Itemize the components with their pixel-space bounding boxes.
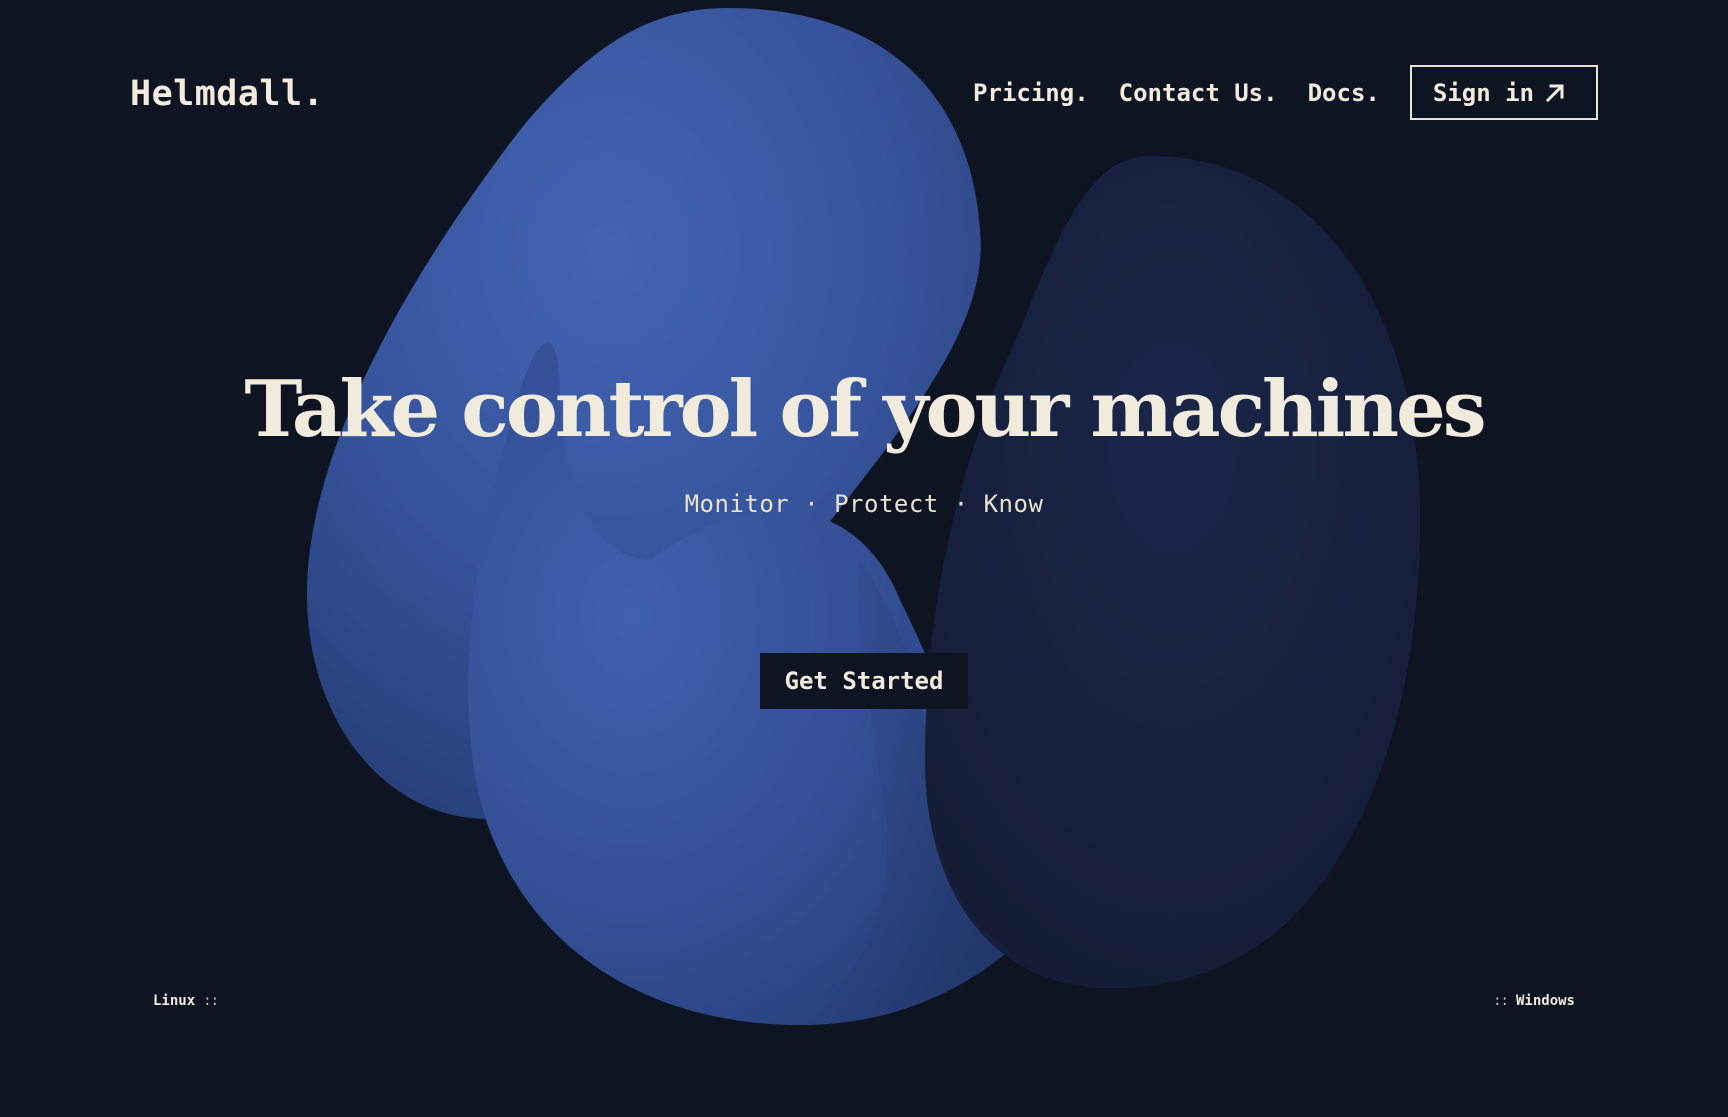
sign-in-label: Sign in xyxy=(1432,78,1534,107)
nav-link-pricing[interactable]: Pricing. xyxy=(973,79,1089,107)
dots-icon: :: xyxy=(203,993,219,1009)
top-navigation: Helmdall. Pricing. Contact Us. Docs. Sig… xyxy=(0,0,1728,190)
nav-link-docs[interactable]: Docs. xyxy=(1308,79,1380,107)
platform-windows: :: Windows xyxy=(1493,993,1575,1009)
sign-in-button[interactable]: Sign in xyxy=(1409,65,1598,120)
hero-title: Take control of your machines xyxy=(244,364,1486,455)
brand-logo[interactable]: Helmdall. xyxy=(130,74,324,114)
nav-link-contact-us[interactable]: Contact Us. xyxy=(1119,79,1278,107)
platform-linux-label: Linux xyxy=(153,993,196,1009)
platform-windows-label: Windows xyxy=(1515,993,1575,1009)
platform-linux: Linux :: xyxy=(153,993,219,1009)
nav-links: Pricing. Contact Us. Docs. Sign in xyxy=(973,65,1598,120)
hero-section: Take control of your machines Monitor · … xyxy=(0,360,1728,518)
dots-icon: :: xyxy=(1493,993,1509,1009)
hero-tagline: Monitor · Protect · Know xyxy=(684,490,1044,518)
arrow-up-right-icon xyxy=(1545,84,1564,102)
get-started-button[interactable]: Get Started xyxy=(760,653,968,709)
